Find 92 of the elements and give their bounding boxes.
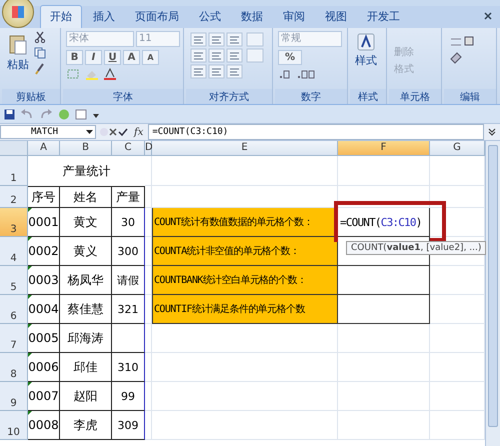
id-text: 0002 bbox=[28, 244, 59, 258]
id-text: 0008 bbox=[28, 418, 59, 432]
group-label: 单元格 bbox=[400, 90, 430, 104]
styles-icon bbox=[357, 33, 375, 51]
name-box[interactable]: MATCH bbox=[0, 125, 96, 139]
clipboard-icon bbox=[8, 33, 28, 55]
group-label: 剪贴板 bbox=[16, 90, 46, 104]
table-cell: 李虎 bbox=[60, 411, 112, 440]
table-cell: 300 bbox=[112, 237, 145, 266]
table-cell: 黄文 bbox=[60, 208, 112, 237]
table-cell: 邱佳 bbox=[60, 353, 112, 382]
table-cell: 310 bbox=[112, 353, 145, 382]
percent-button[interactable]: % bbox=[278, 50, 302, 65]
formula-field[interactable]: =COUNT(C3:C10) bbox=[148, 124, 484, 140]
column-header[interactable]: B bbox=[60, 141, 112, 156]
styles-button[interactable]: 样式 bbox=[353, 31, 379, 70]
vertical-scrollbar[interactable] bbox=[485, 141, 500, 446]
id-text: 0001 bbox=[28, 215, 59, 229]
table-cell bbox=[112, 324, 145, 353]
ribbon-tab[interactable]: 插入 bbox=[84, 6, 124, 28]
format-button[interactable]: I bbox=[85, 50, 102, 65]
scissors-icon[interactable] bbox=[34, 31, 46, 43]
row-header[interactable]: 6 bbox=[0, 295, 28, 324]
table-cell: 309 bbox=[112, 411, 145, 440]
group-label: 字体 bbox=[113, 90, 133, 104]
id-text: 0006 bbox=[28, 360, 59, 374]
row-header[interactable]: 10 bbox=[0, 411, 28, 440]
scroll-thumb[interactable] bbox=[488, 145, 498, 427]
column-header[interactable]: G bbox=[430, 141, 485, 156]
id-text: 0004 bbox=[28, 302, 59, 316]
column-header[interactable]: A bbox=[28, 141, 60, 156]
font-color-icon[interactable] bbox=[102, 68, 118, 80]
table-cell: 黄义 bbox=[60, 237, 112, 266]
row-header[interactable]: 3 bbox=[0, 208, 28, 237]
column-header[interactable]: C bbox=[112, 141, 145, 156]
font-size-button[interactable]: A bbox=[142, 50, 159, 65]
ribbon-tab[interactable]: 公式 bbox=[190, 6, 230, 28]
table-cell: 321 bbox=[112, 295, 145, 324]
undo-icon[interactable] bbox=[20, 108, 34, 120]
row-header[interactable]: 5 bbox=[0, 266, 28, 295]
formula-buttons-drawing[interactable] bbox=[99, 126, 129, 138]
brush-icon[interactable] bbox=[34, 63, 46, 75]
paste-button[interactable]: 粘贴 bbox=[5, 31, 31, 74]
row-header[interactable]: 7 bbox=[0, 324, 28, 353]
format-button[interactable]: U bbox=[104, 50, 121, 65]
copy-icon[interactable] bbox=[34, 47, 46, 59]
font-size-button[interactable]: A bbox=[123, 50, 140, 65]
sheet-icon[interactable] bbox=[75, 108, 87, 120]
row-header[interactable]: 1 bbox=[0, 156, 28, 186]
table-cell: 请假 bbox=[112, 266, 145, 295]
group-label: 数字 bbox=[301, 90, 321, 104]
expand-icon[interactable] bbox=[487, 127, 497, 137]
ribbon-tab[interactable]: 页面布局 bbox=[126, 6, 188, 28]
group-label: 对齐方式 bbox=[209, 90, 249, 104]
insert-function-button[interactable]: fx bbox=[132, 126, 146, 138]
row-header[interactable]: 4 bbox=[0, 237, 28, 266]
row-header[interactable]: 2 bbox=[0, 186, 28, 208]
id-text: 0003 bbox=[28, 273, 59, 287]
close-icon[interactable] bbox=[484, 12, 492, 20]
table-cell: 30 bbox=[112, 208, 145, 237]
ribbon-tab[interactable]: 数据 bbox=[232, 6, 272, 28]
column-header[interactable]: F bbox=[338, 141, 430, 156]
format-button[interactable]: B bbox=[66, 50, 83, 65]
column-heading: 姓名 bbox=[60, 186, 112, 208]
group-label: 编辑 bbox=[460, 90, 480, 104]
caret-icon bbox=[86, 130, 93, 134]
fill-color-icon[interactable] bbox=[84, 68, 100, 80]
function-tooltip: COUNT(value1, [value2], ...) bbox=[346, 241, 486, 255]
column-header[interactable]: E bbox=[152, 141, 338, 156]
label-cell: COUNTA统计非空值的单元格个数： bbox=[152, 237, 338, 266]
column-heading: 产量 bbox=[112, 186, 145, 208]
table-cell: 赵阳 bbox=[60, 382, 112, 411]
label-cell: COUNTIF统计满足条件的单元格个数 bbox=[152, 295, 338, 324]
id-text: 0007 bbox=[28, 389, 59, 403]
ribbon-tab[interactable]: 开发工 bbox=[358, 6, 409, 28]
row-header[interactable]: 8 bbox=[0, 353, 28, 382]
ribbon-tab[interactable]: 视图 bbox=[316, 6, 356, 28]
ribbon-tab[interactable]: 开始 bbox=[40, 5, 82, 28]
ribbon-tab[interactable]: 审阅 bbox=[274, 6, 314, 28]
formula-text: =COUNT(C3:C10) bbox=[339, 216, 422, 228]
redo-icon[interactable] bbox=[39, 108, 53, 120]
table-cell: 99 bbox=[112, 382, 145, 411]
label-cell: COUNTBANK统计空白单元格的个数： bbox=[152, 266, 338, 295]
group-label: 样式 bbox=[358, 90, 378, 104]
table-cell: 邱海涛 bbox=[60, 324, 112, 353]
table-cell: 杨凤华 bbox=[60, 266, 112, 295]
column-header[interactable]: D bbox=[145, 141, 152, 156]
column-heading: 序号 bbox=[28, 186, 60, 208]
table-cell: 蔡佳慧 bbox=[60, 295, 112, 324]
row-header[interactable]: 9 bbox=[0, 382, 28, 411]
id-text: 0005 bbox=[28, 331, 59, 345]
save-icon[interactable] bbox=[4, 108, 15, 120]
